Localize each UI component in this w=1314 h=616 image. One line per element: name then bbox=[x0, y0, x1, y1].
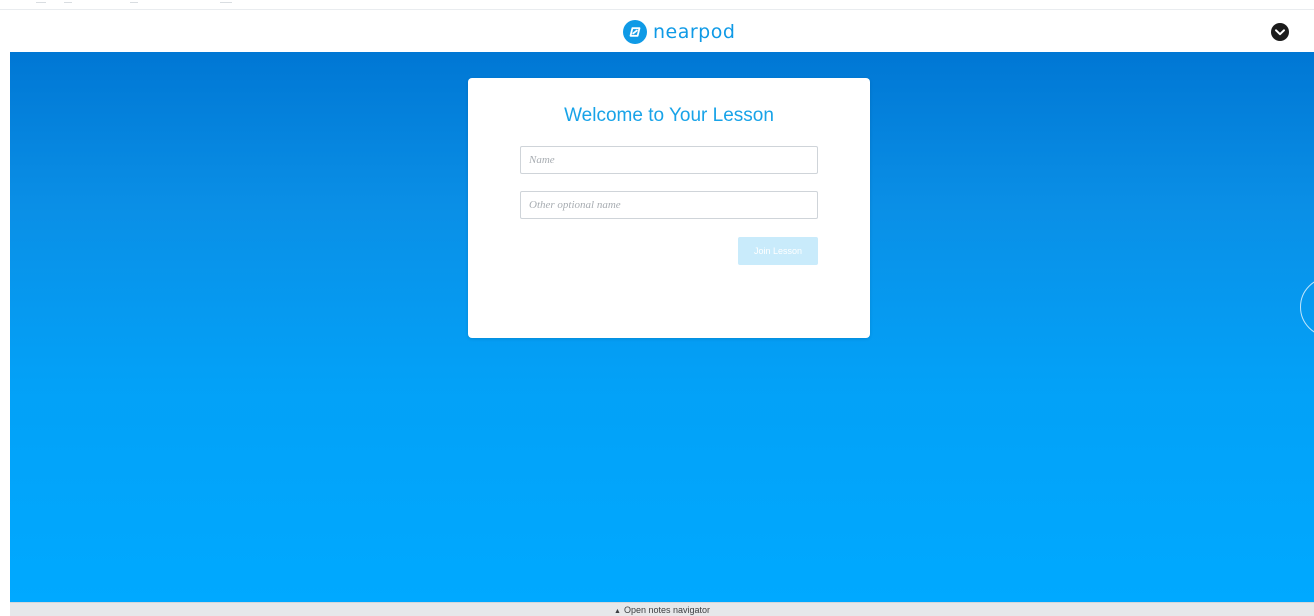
lesson-stage-background: Welcome to Your Lesson Join Lesson bbox=[10, 52, 1314, 602]
notes-navigator-bar: ▲ Open notes navigator bbox=[10, 602, 1314, 616]
other-optional-name-input[interactable] bbox=[520, 191, 818, 219]
logo-wordmark: nearpod bbox=[653, 21, 736, 43]
join-lesson-button[interactable]: Join Lesson bbox=[738, 237, 818, 265]
open-notes-navigator-link[interactable]: ▲ Open notes navigator bbox=[10, 604, 1314, 616]
nearpod-logo: nearpod bbox=[623, 19, 735, 45]
notes-navigator-label: Open notes navigator bbox=[623, 605, 710, 615]
top-header: nearpod bbox=[10, 10, 1314, 52]
join-lesson-card: Welcome to Your Lesson Join Lesson bbox=[468, 78, 870, 338]
side-navigation-handle[interactable] bbox=[1300, 277, 1314, 337]
nearpod-join-page: nearpod Welcome to Your Lesson Join Less… bbox=[0, 0, 1314, 616]
chevron-down-circle-icon[interactable] bbox=[1271, 23, 1289, 41]
arrow-up-icon: ▲ bbox=[614, 608, 621, 615]
browser-top-strip bbox=[0, 0, 1314, 10]
name-input[interactable] bbox=[520, 146, 818, 174]
card-title: Welcome to Your Lesson bbox=[564, 105, 774, 126]
nearpod-logo-icon bbox=[623, 20, 647, 44]
